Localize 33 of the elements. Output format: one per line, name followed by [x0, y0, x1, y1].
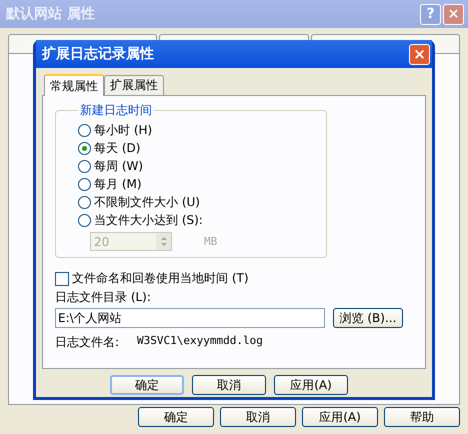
unit-label: MB: [204, 235, 218, 248]
radio-button[interactable]: [78, 178, 91, 190]
dialog-title: 扩展日志记录属性: [42, 45, 155, 63]
dialog-button[interactable]: 应用(A): [274, 375, 348, 395]
dialog-button[interactable]: 取消: [192, 375, 266, 395]
radio-button[interactable]: [78, 124, 91, 136]
radio-label: 每小时 (H): [94, 122, 152, 138]
browse-button[interactable]: 浏览 (B)...: [333, 308, 403, 328]
tab[interactable]: 常规属性: [44, 74, 104, 96]
dialog-button[interactable]: 帮助: [384, 407, 460, 427]
checkbox-label: 文件命名和回卷使用当地时间 (T): [72, 270, 249, 287]
radio-button[interactable]: [78, 142, 91, 154]
radio-button[interactable]: [78, 214, 91, 226]
file-name-value: W3SVC1\exyymmdd.log: [137, 334, 263, 349]
radio-label: 每天 (D): [94, 140, 140, 156]
dialog-button[interactable]: 应用(A): [302, 407, 378, 427]
dialog-button[interactable]: 确定: [138, 407, 214, 427]
radio-label: 每周 (W): [94, 158, 144, 174]
file-name-label: 日志文件名:: [55, 334, 120, 351]
directory-field[interactable]: E:\个人网站: [55, 308, 325, 328]
checkbox[interactable]: [55, 272, 69, 286]
radio-label: 当文件大小达到 (S):: [94, 212, 203, 228]
radio-button[interactable]: [78, 196, 91, 208]
radio-button[interactable]: [78, 160, 91, 172]
dialog-button[interactable]: 取消: [220, 407, 296, 427]
tab[interactable]: 扩展属性: [104, 75, 164, 95]
directory-label: 日志文件目录 (L):: [55, 289, 152, 306]
group-title: 新建日志时间: [79, 102, 153, 119]
dialog-button[interactable]: 确定: [110, 375, 184, 395]
window-title: 默认网站 属性: [6, 5, 96, 23]
radio-label: 不限制文件大小 (U): [94, 194, 200, 210]
radio-label: 每月 (M): [94, 176, 142, 192]
close-button[interactable]: ×: [409, 44, 430, 64]
